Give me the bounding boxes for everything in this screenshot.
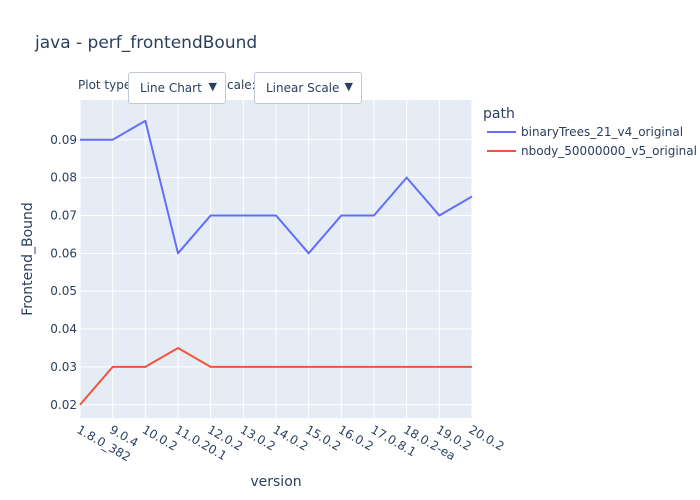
plot-type-label: Plot type [78,78,132,92]
x-tick-label: 10.0.2 [140,422,180,453]
chevron-down-icon: ▼ [344,80,353,93]
y-axis-ticks: 0.02 0.03 0.04 0.05 0.06 0.07 0.08 0.09 [50,133,77,412]
x-tick-label: 15.0.2 [303,422,343,453]
x-tick-label: 16.0.2 [336,422,376,453]
legend-item-nbody[interactable]: nbody_50000000_v5_original [487,144,697,158]
x-axis-ticks: 1.8.0_3829.0.4 10.0.211.0.20.112.0.213.0.… [75,422,507,464]
y-tick-label: 0.02 [50,398,77,412]
y-tick-label: 0.07 [50,208,77,222]
chevron-down-icon: ▼ [208,80,217,93]
y-tick-label: 0.09 [50,133,77,147]
x-tick-label: 13.0.2 [238,422,278,453]
y-tick-label: 0.04 [50,322,77,336]
y-tick-label: 0.08 [50,171,77,185]
legend-label: nbody_50000000_v5_original [521,144,697,158]
legend-label: binaryTrees_21_v4_original [521,125,683,139]
legend: path binaryTrees_21_v4_original nbody_50… [483,106,697,158]
plot-type-dropdown[interactable]: Line Chart ▼ [128,72,226,104]
x-tick-label: 20.0.2 [467,422,507,453]
scale-label: cale: [227,78,256,92]
x-tick-label: 14.0.2 [271,422,311,453]
legend-title: path [483,106,515,122]
y-axis-title: Frontend_Bound [20,202,36,316]
scale-dropdown[interactable]: Linear Scale ▼ [254,72,362,104]
legend-item-binarytrees[interactable]: binaryTrees_21_v4_original [487,125,683,139]
plot-type-value: Line Chart [140,81,202,95]
scale-value: Linear Scale [266,81,340,95]
y-tick-label: 0.03 [50,360,77,374]
y-tick-label: 0.06 [50,246,77,260]
y-tick-label: 0.05 [50,284,77,298]
x-axis-title: version [250,474,301,490]
